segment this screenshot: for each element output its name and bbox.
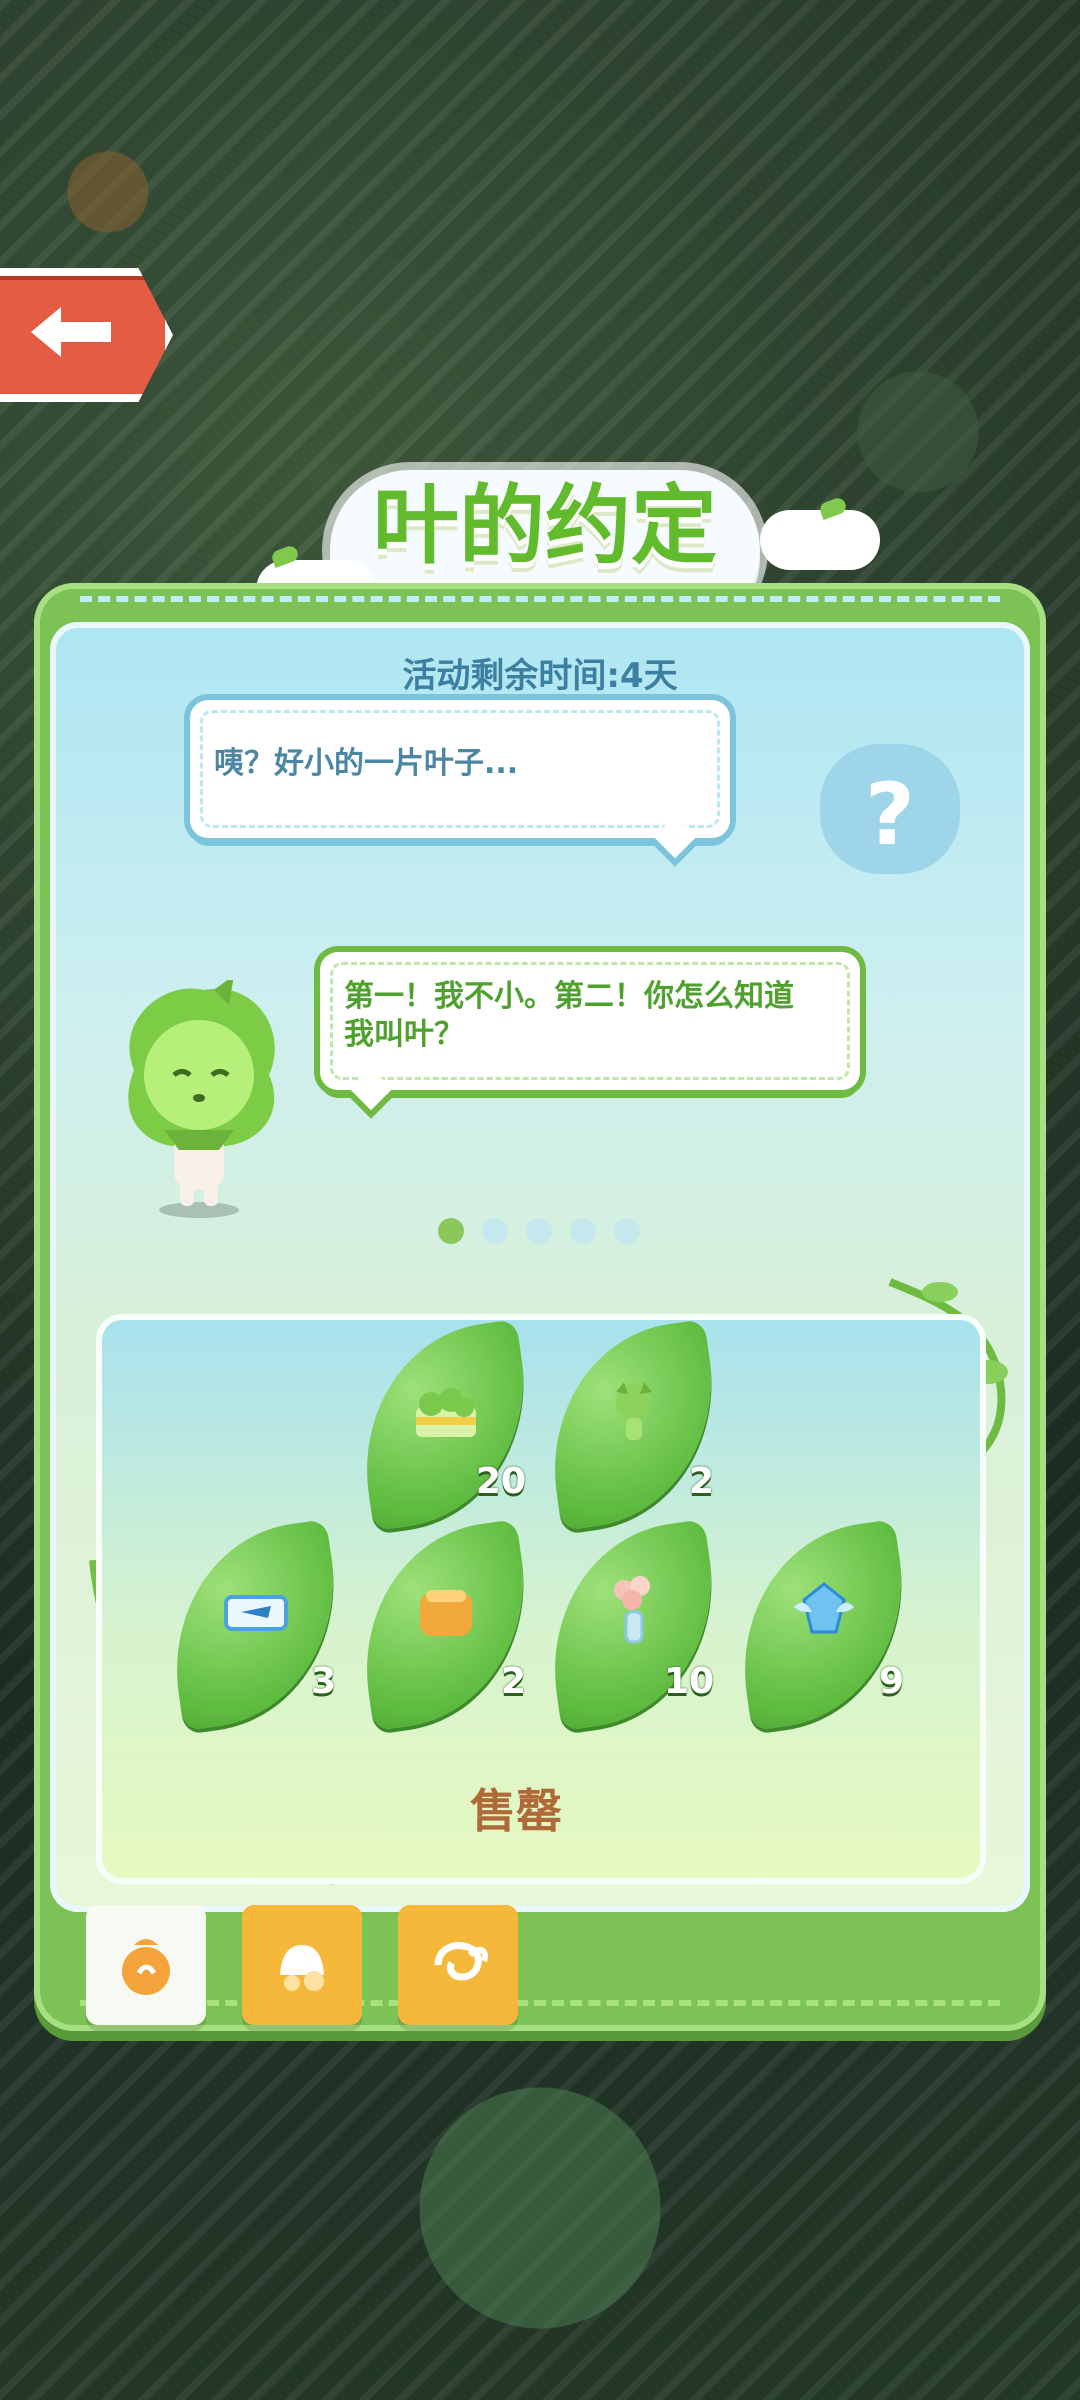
reward-count: 2 — [500, 1661, 526, 1702]
blue-crystal-icon — [794, 1582, 854, 1634]
sold-out-label: 售罄 — [470, 1784, 562, 1838]
reward-item-1[interactable]: 20 — [347, 1319, 543, 1531]
reward-count: 20 — [475, 1461, 526, 1502]
wings-tab[interactable] — [398, 1905, 518, 2025]
page-title: 叶的约定 — [373, 476, 717, 576]
green-fairy-icon — [616, 1382, 652, 1440]
reward-count: 10 — [663, 1661, 714, 1702]
dialogue-text-2: 第一！我不小。第二！你怎么知道 我叫叶？ — [344, 978, 794, 1054]
dialogue-text-1: 咦？好小的一片叶子... — [214, 746, 519, 781]
pager-dot-3[interactable] — [526, 1218, 552, 1244]
reward-item-5[interactable]: 10 — [535, 1519, 731, 1731]
bag-tab[interactable] — [86, 1905, 206, 2025]
green-chick-cake-icon — [416, 1388, 476, 1437]
remaining-time: 活动剩余时间:4天 — [402, 656, 678, 696]
cloud-right — [760, 510, 880, 570]
pager-dot-4[interactable] — [570, 1218, 596, 1244]
pager-dot-5[interactable] — [614, 1218, 640, 1244]
question-mark-icon: ? — [865, 765, 915, 865]
panel-divider-top — [80, 596, 1000, 608]
reward-count: 9 — [878, 1661, 904, 1702]
leaf-character-icon — [128, 980, 275, 1218]
pager-dot-2[interactable] — [482, 1218, 508, 1244]
ticket-icon — [224, 1595, 288, 1631]
reward-count: 2 — [688, 1461, 714, 1502]
reward-item-3[interactable]: 3 — [157, 1519, 353, 1731]
coins-tab[interactable] — [242, 1905, 362, 2025]
coins-icon — [280, 1945, 324, 1991]
dialogue-bubble-2: 第一！我不小。第二！你怎么知道 我叫叶？ — [320, 952, 860, 1111]
flower-vase-icon — [614, 1576, 650, 1644]
reward-item-2[interactable]: 2 — [535, 1319, 731, 1531]
reward-count: 3 — [310, 1661, 336, 1702]
money-bag-icon — [122, 1939, 170, 1995]
back-button[interactable] — [0, 268, 173, 402]
spiral-icon — [434, 1942, 488, 1981]
dialogue-line-1: 第一！我不小。第二！你怎么知道 — [344, 979, 794, 1014]
panel-divider-bottom — [80, 2000, 1000, 2012]
dialogue-bubble-1: 咦？好小的一片叶子... — [190, 700, 730, 859]
pager — [438, 1218, 640, 1244]
orange-bag-icon — [420, 1590, 472, 1636]
reward-item-6[interactable]: 9 — [725, 1519, 921, 1731]
dialogue-line-2: 我叫叶？ — [344, 1017, 464, 1052]
back-arrow-icon — [31, 307, 111, 357]
reward-item-4[interactable]: 2 — [347, 1519, 543, 1731]
pager-dot-1[interactable] — [438, 1218, 464, 1244]
